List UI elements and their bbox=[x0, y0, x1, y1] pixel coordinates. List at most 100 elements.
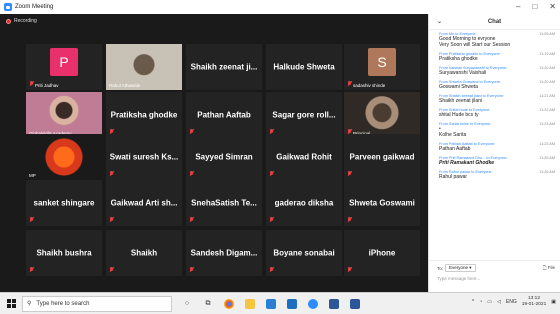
participant-tile[interactable]: sanket shingare bbox=[26, 180, 102, 226]
participant-tile[interactable]: Shweta Goswami bbox=[344, 180, 420, 226]
file-explorer-icon[interactable] bbox=[245, 298, 255, 309]
participant-tile[interactable]: Boyane sonabai bbox=[266, 230, 342, 276]
message-text: Pratiksha ghodke bbox=[439, 56, 478, 62]
chat-message: From Rahul pawar to Everyone: 11:26 AM Rah… bbox=[429, 170, 560, 180]
message-text: Very Soon will Start our Session bbox=[439, 42, 511, 48]
participant-tile[interactable]: Swati suresh Ks... bbox=[106, 134, 182, 180]
taskbar-search[interactable]: ⚲ Type here to search bbox=[22, 295, 172, 312]
cortana-icon[interactable]: ○ bbox=[182, 299, 192, 309]
message-text: Rahul pawar bbox=[439, 174, 468, 180]
participant-tile[interactable]: SnehaSatish Te... bbox=[186, 180, 262, 226]
muted-mic-icon bbox=[189, 171, 194, 177]
word-icon[interactable] bbox=[350, 298, 360, 309]
message-time: 11:20 AM bbox=[539, 80, 555, 84]
chat-input[interactable]: Type message here... bbox=[437, 276, 555, 286]
window-title: Zoom Meeting bbox=[15, 4, 54, 10]
participant-tile[interactable]: Pathan Aaftab bbox=[186, 92, 262, 138]
participant-name: Sayyed Simran bbox=[195, 152, 253, 162]
participant-tile[interactable]: gaderao diksha bbox=[266, 180, 342, 226]
zoom-taskbar-icon[interactable] bbox=[308, 298, 318, 309]
chat-message: From Priti Ramakant Gho... to Everyone: 1… bbox=[429, 156, 560, 166]
participant-tile[interactable]: Sayyed Simran bbox=[186, 134, 262, 180]
participant-tile[interactable]: Sagar gore roll... bbox=[266, 92, 342, 138]
participant-tile[interactable]: Globalskills Academy bbox=[26, 92, 102, 138]
participant-tile[interactable]: Rahul Athawale bbox=[106, 44, 182, 90]
system-tray: ^ ◔ ▭ ◁ ENG 13:12 19-01-2021 ▣ bbox=[472, 296, 556, 308]
volume-icon[interactable]: ◁ bbox=[497, 299, 501, 305]
message-time: 11:23 AM bbox=[539, 122, 555, 126]
minimize-button[interactable]: – bbox=[516, 2, 520, 11]
participant-name: Gaikwad Arti sh... bbox=[110, 198, 178, 208]
recipient-select[interactable]: Everyone ▾ bbox=[445, 264, 476, 272]
message-text: shital Hude bcs ty bbox=[439, 112, 479, 118]
message-time: 11:23 AM bbox=[539, 142, 555, 146]
participant-label: Rahul Athawale bbox=[109, 83, 141, 88]
participant-tile[interactable]: Ssadashiv shinde bbox=[344, 44, 420, 90]
recording-indicator[interactable]: Recording bbox=[6, 18, 37, 24]
recording-label: Recording bbox=[14, 18, 37, 24]
chat-message: From Shweta Goswami to Everyone: 11:20 AM… bbox=[429, 80, 560, 90]
message-sender: From Sarita kolhe to Everyone: bbox=[439, 122, 492, 126]
file-button[interactable]: 🗋 File bbox=[543, 264, 555, 272]
muted-mic-icon bbox=[269, 171, 274, 177]
participant-tile[interactable]: Shaikh zeenat ji... bbox=[186, 44, 262, 90]
participant-tile[interactable]: Parveen gaikwad bbox=[344, 134, 420, 180]
collapse-chevron-icon[interactable]: ⌄ bbox=[437, 18, 442, 25]
chat-messages[interactable]: From Me to Everyone: 11:05 AM Good Morning… bbox=[429, 32, 560, 260]
participant-tile[interactable]: Gaikwad Rohit bbox=[266, 134, 342, 180]
participant-name: Shaikh bushra bbox=[36, 248, 92, 258]
battery-icon[interactable]: ▭ bbox=[487, 299, 492, 305]
recording-icon bbox=[6, 18, 11, 24]
chat-title: Chat bbox=[487, 18, 502, 25]
task-view-icon[interactable]: ⧉ bbox=[203, 299, 213, 309]
chrome-icon[interactable] bbox=[224, 298, 234, 309]
clock[interactable]: 13:12 19-01-2021 bbox=[522, 296, 547, 308]
muted-mic-icon bbox=[109, 171, 114, 177]
store-icon[interactable] bbox=[266, 298, 276, 309]
muted-mic-icon bbox=[189, 217, 194, 223]
participant-label: sadashiv shinde bbox=[353, 83, 386, 88]
notifications-icon[interactable]: ▣ bbox=[551, 299, 556, 305]
chat-message: From Pathan Aaftab to Everyone: 11:23 AM P… bbox=[429, 142, 560, 152]
participant-tile[interactable]: Principal bbox=[344, 92, 420, 138]
participant-tile[interactable]: Pratiksha ghodke bbox=[106, 92, 182, 138]
zoom-app-icon bbox=[4, 3, 12, 11]
maximize-button[interactable]: □ bbox=[532, 2, 537, 11]
message-text: Shaikh zeenat jilani bbox=[439, 98, 483, 104]
participant-tile[interactable]: Halkude Shweta bbox=[266, 44, 342, 90]
chevron-up-icon[interactable]: ^ bbox=[472, 299, 474, 305]
chat-message: From Me to Everyone: 11:05 AM Good Morning… bbox=[429, 32, 560, 48]
message-text: Suryawanshi Vaishali bbox=[439, 70, 487, 76]
message-text: Goswami Shweta bbox=[439, 84, 478, 90]
language-indicator[interactable]: ENG bbox=[506, 299, 517, 305]
muted-mic-icon bbox=[347, 171, 352, 177]
participant-tile[interactable]: Gaikwad Arti sh... bbox=[106, 180, 182, 226]
message-time: 11:19 AM bbox=[539, 52, 555, 56]
participant-tile[interactable]: Shaikh bbox=[106, 230, 182, 276]
participant-tile[interactable]: Sandesh Digam... bbox=[186, 230, 262, 276]
chat-message: From Shital hude to Everyone: 11:22 AM shi… bbox=[429, 108, 560, 118]
network-icon[interactable]: ◔ bbox=[479, 299, 482, 305]
message-time: 11:05 AM bbox=[539, 32, 555, 36]
participant-label: Priti Jadhav bbox=[35, 83, 59, 88]
chat-message: From Pratiksha ghodke to Everyone: 11:19 … bbox=[429, 52, 560, 62]
outlook-icon[interactable] bbox=[287, 298, 297, 309]
start-button[interactable] bbox=[0, 293, 22, 314]
message-time: 11:26 AM bbox=[539, 170, 555, 174]
edge-icon[interactable] bbox=[329, 298, 339, 309]
muted-mic-icon bbox=[347, 267, 352, 273]
participant-name: Shaikh bbox=[130, 248, 158, 258]
participant-tile[interactable]: iPhone bbox=[344, 230, 420, 276]
participant-tile[interactable]: Shaikh bushra bbox=[26, 230, 102, 276]
muted-mic-icon bbox=[109, 267, 114, 273]
chat-panel: ⌄ Chat From Me to Everyone: 11:05 AM Good … bbox=[428, 14, 560, 292]
window-controls: – □ ✕ bbox=[516, 2, 556, 11]
participant-tile[interactable]: P Priti Jadhav bbox=[26, 44, 102, 90]
participant-name: gaderao diksha bbox=[274, 198, 334, 208]
muted-mic-icon bbox=[269, 267, 274, 273]
message-time: 11:20 AM bbox=[539, 66, 555, 70]
close-button[interactable]: ✕ bbox=[549, 2, 556, 11]
participant-tile[interactable]: MP bbox=[26, 134, 102, 180]
message-text: Priti Ramakant Ghodke bbox=[439, 160, 495, 166]
message-time: 11:21 AM bbox=[539, 94, 555, 98]
